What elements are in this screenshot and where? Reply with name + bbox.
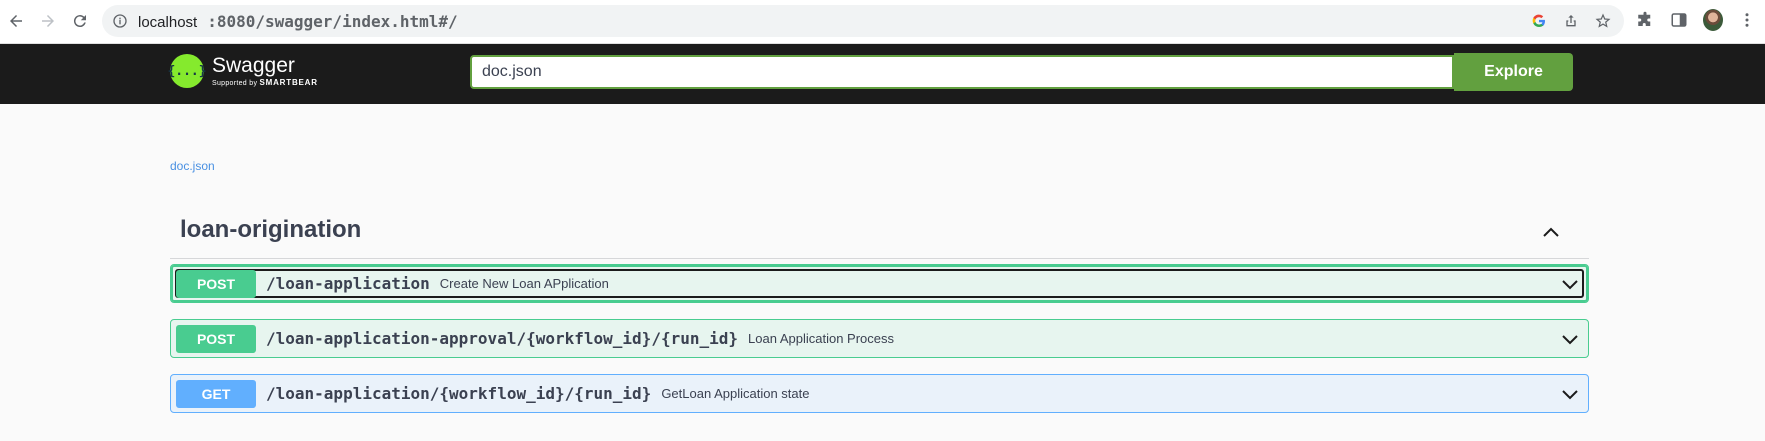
reload-icon bbox=[73, 15, 86, 28]
url-text[interactable]: localhost :8080/swagger/index.html#/ bbox=[138, 12, 458, 31]
operation-post-loan-application[interactable]: POST /loan-application Create New Loan A… bbox=[170, 264, 1589, 303]
operation-path: /loan-application bbox=[266, 274, 430, 293]
spec-url-form: Explore bbox=[470, 53, 1573, 91]
swagger-topbar: {...} Swagger Supported by SMARTBEAR Exp… bbox=[0, 44, 1765, 104]
chevron-down-icon[interactable] bbox=[1560, 385, 1580, 405]
bookmark-star-icon[interactable] bbox=[1594, 12, 1612, 30]
spec-url-input[interactable] bbox=[470, 55, 1454, 89]
site-info-icon[interactable] bbox=[112, 13, 128, 29]
address-bar[interactable]: localhost :8080/swagger/index.html#/ bbox=[102, 5, 1624, 37]
tag-section-header[interactable]: loan-origination bbox=[170, 216, 1589, 259]
operation-path: /loan-application-approval/{workflow_id}… bbox=[266, 329, 739, 348]
menu-kebab-icon[interactable] bbox=[1737, 10, 1757, 30]
side-panel-icon[interactable] bbox=[1669, 10, 1689, 30]
share-icon[interactable] bbox=[1562, 12, 1580, 30]
operation-summary: Loan Application Process bbox=[748, 331, 894, 346]
tag-title: loan-origination bbox=[180, 216, 362, 243]
operation-summary: Create New Loan APplication bbox=[439, 276, 609, 291]
method-badge-post: POST bbox=[176, 269, 256, 298]
chevron-down-icon[interactable] bbox=[1560, 275, 1580, 295]
logo-title: Swagger bbox=[212, 54, 295, 77]
google-icon[interactable] bbox=[1530, 12, 1548, 30]
logo-subtitle: Supported by SMARTBEAR bbox=[212, 78, 318, 88]
browser-toolbar: localhost :8080/swagger/index.html#/ bbox=[0, 0, 1765, 44]
forward-button[interactable] bbox=[34, 7, 62, 35]
method-badge-post: POST bbox=[176, 324, 256, 353]
avatar bbox=[1703, 9, 1723, 31]
forward-arrow-icon bbox=[42, 15, 54, 27]
chevron-down-icon[interactable] bbox=[1560, 330, 1580, 350]
logo-company: SMARTBEAR bbox=[259, 78, 318, 87]
operation-summary: GetLoan Application state bbox=[661, 386, 810, 401]
operation-get-loan-application-state[interactable]: GET /loan-application/{workflow_id}/{run… bbox=[170, 374, 1589, 413]
back-arrow-icon bbox=[10, 15, 22, 27]
chevron-up-icon[interactable] bbox=[1541, 222, 1561, 242]
operation-path: /loan-application/{workflow_id}/{run_id} bbox=[266, 384, 652, 403]
url-host: localhost bbox=[138, 13, 198, 31]
url-path: :8080/swagger/index.html#/ bbox=[207, 11, 458, 31]
reload-button[interactable] bbox=[66, 7, 94, 35]
back-button[interactable] bbox=[2, 7, 30, 35]
operation-post-loan-application-approval[interactable]: POST /loan-application-approval/{workflo… bbox=[170, 319, 1589, 358]
method-badge-get: GET bbox=[176, 379, 256, 408]
swagger-logo-icon: {...} bbox=[167, 54, 207, 88]
swagger-logo[interactable]: {...} Swagger Supported by SMARTBEAR bbox=[167, 54, 318, 88]
extensions-icon[interactable] bbox=[1635, 10, 1655, 30]
doc-json-link[interactable]: doc.json bbox=[170, 159, 215, 173]
logo-supported-by: Supported by bbox=[212, 80, 258, 87]
profile-avatar[interactable] bbox=[1703, 9, 1723, 31]
explore-button[interactable]: Explore bbox=[1454, 53, 1573, 91]
